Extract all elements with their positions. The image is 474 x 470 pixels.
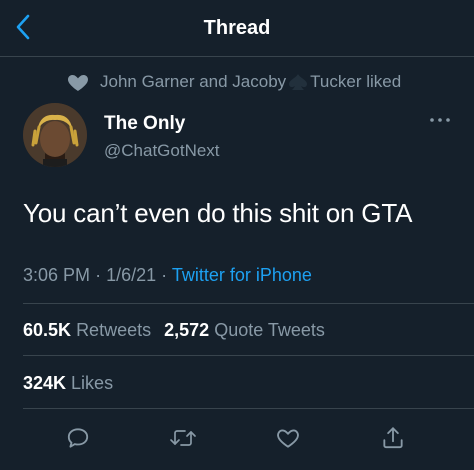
tweet-time: 3:06 PM xyxy=(23,265,91,285)
tweet-date: 1/6/21 xyxy=(106,265,157,285)
reply-icon[interactable] xyxy=(58,418,98,458)
heart-icon xyxy=(67,75,89,91)
meta-separator: · xyxy=(95,265,102,285)
author-name[interactable]: The Only xyxy=(104,113,185,135)
retweet-stats-row: 60.5K Retweets 2,572 Quote Tweets xyxy=(23,320,325,341)
social-context[interactable]: John Garner and Jacoby Tucker liked xyxy=(66,70,401,94)
tweet-meta: 3:06 PM · 1/6/21 · Twitter for iPhone xyxy=(23,265,312,286)
likes-count: 324K xyxy=(23,373,67,393)
page-title: Thread xyxy=(203,17,271,39)
quote-tweets-count: 2,572 xyxy=(164,320,210,340)
social-context-text-start: John Garner and Jacoby xyxy=(100,72,287,91)
author-handle[interactable]: @ChatGotNext xyxy=(104,141,220,161)
retweets-label: Retweets xyxy=(76,320,152,340)
share-icon[interactable] xyxy=(373,418,413,458)
spade-icon xyxy=(289,74,308,90)
divider xyxy=(23,408,474,409)
more-icon[interactable] xyxy=(428,113,452,127)
quote-tweets-stat[interactable]: 2,572 Quote Tweets xyxy=(164,320,325,340)
tweet-text: You can’t even do this shit on GTA xyxy=(23,198,413,228)
action-bar xyxy=(0,418,474,458)
meta-separator: · xyxy=(161,265,168,285)
retweets-stat[interactable]: 60.5K Retweets xyxy=(23,320,151,340)
social-context-text-end: Tucker liked xyxy=(310,72,402,91)
retweets-count: 60.5K xyxy=(23,320,72,340)
quote-tweets-label: Quote Tweets xyxy=(214,320,325,340)
header-bar: Thread xyxy=(0,0,474,57)
avatar[interactable] xyxy=(23,103,87,167)
tweet-source-link[interactable]: Twitter for iPhone xyxy=(172,265,312,285)
retweet-icon[interactable] xyxy=(163,418,203,458)
like-icon[interactable] xyxy=(268,418,308,458)
likes-stats-row[interactable]: 324K Likes xyxy=(23,373,113,394)
divider xyxy=(23,355,474,356)
divider xyxy=(23,303,474,304)
likes-label: Likes xyxy=(71,373,114,393)
